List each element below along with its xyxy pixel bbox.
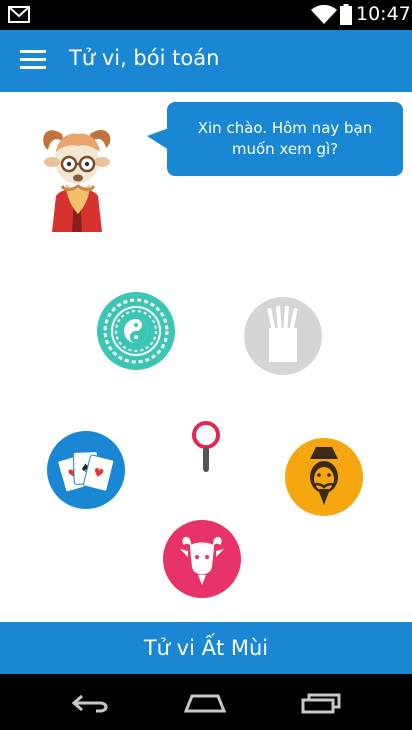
goat-mascot-icon (43, 129, 111, 232)
goat-zodiac-icon[interactable] (162, 519, 242, 599)
wifi-icon (311, 5, 337, 24)
app-title: Tử vi, bói toán (69, 46, 220, 70)
recent-apps-icon[interactable] (300, 692, 342, 714)
gmail-icon (8, 6, 30, 23)
navigation-bar (0, 674, 412, 730)
fortune-sticks-icon[interactable] (243, 296, 323, 376)
app-bar: Tử vi, bói toán (0, 30, 412, 92)
sage-face-icon[interactable] (284, 437, 364, 517)
battery-icon (340, 4, 352, 25)
home-icon[interactable] (183, 692, 227, 714)
playing-cards-icon[interactable]: ♥ ♠ ♥ (46, 430, 126, 510)
zodiac-year-button[interactable]: Tử vi Ất Mùi (0, 622, 412, 674)
greeting-bubble: Xin chào. Hôm nay bạn muốn xem gì? (167, 102, 403, 176)
main-content: Xin chào. Hôm nay bạn muốn xem gì? ♥ ♠ ♥ (0, 92, 412, 622)
status-bar: 10:47 (0, 0, 412, 30)
speech-bubble-tail (147, 128, 169, 150)
back-icon[interactable] (70, 692, 112, 714)
hamburger-menu-icon[interactable] (20, 50, 46, 72)
zodiac-wheel-icon[interactable] (96, 291, 176, 371)
magnifier-icon[interactable] (186, 418, 226, 474)
clock: 10:47 (356, 3, 411, 25)
